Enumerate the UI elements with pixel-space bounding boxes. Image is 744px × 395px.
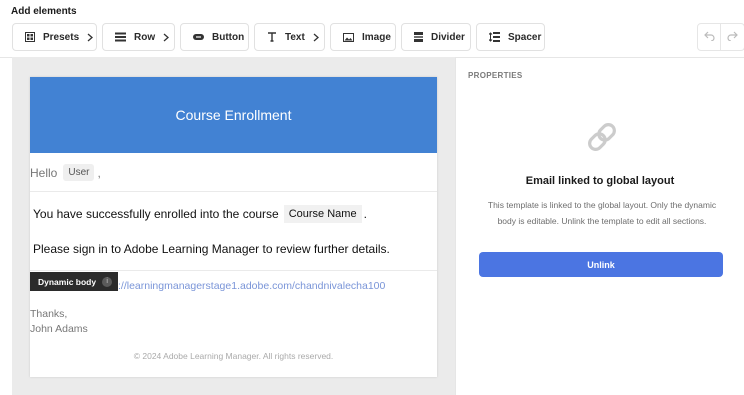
elements-toolbar: Presets Row Button Text Image Divider Sp… <box>12 23 545 51</box>
greeting-line: Hello User , <box>30 164 101 181</box>
history-controls <box>697 23 744 51</box>
row-button[interactable]: Row <box>102 23 175 51</box>
presets-button[interactable]: Presets <box>12 23 97 51</box>
divider-button[interactable]: Divider <box>401 23 471 51</box>
button-icon <box>193 31 204 43</box>
panel-divider <box>455 57 456 395</box>
chevron-right-icon <box>163 32 170 42</box>
linked-layout-title: Email linked to global layout <box>525 175 675 187</box>
redo-icon <box>727 28 738 46</box>
redo-button[interactable] <box>721 23 744 51</box>
text-icon <box>267 31 277 43</box>
section-separator <box>30 191 437 192</box>
signature-name: John Adams <box>30 323 88 335</box>
learning-manager-link[interactable]: ://learningmanagerstage1.adobe.com/chand… <box>118 280 385 292</box>
add-elements-title: Add elements <box>11 6 77 17</box>
email-preview: Course Enrollment Hello User , You have … <box>30 77 437 377</box>
chevron-right-icon <box>87 32 94 42</box>
section-separator <box>30 270 437 271</box>
email-footer: © 2024 Adobe Learning Manager. All right… <box>133 351 334 361</box>
row-label: Row <box>134 31 156 43</box>
email-header: Course Enrollment <box>30 77 437 153</box>
spacer-button[interactable]: Spacer <box>476 23 545 51</box>
undo-button[interactable] <box>697 23 721 51</box>
presets-label: Presets <box>43 31 80 43</box>
dynamic-body-tag: Dynamic body i <box>30 272 119 291</box>
image-button[interactable]: Image <box>330 23 396 51</box>
presets-icon <box>25 31 35 43</box>
properties-title: PROPERTIES <box>468 71 523 80</box>
text-label: Text <box>285 31 305 43</box>
enrollment-line[interactable]: You have successfully enrolled into the … <box>33 205 367 223</box>
chain-link-icon <box>583 118 621 156</box>
spacer-label: Spacer <box>508 31 542 43</box>
button-element-button[interactable]: Button <box>180 23 249 51</box>
spacer-icon <box>489 31 500 43</box>
user-placeholder-chip: User <box>63 164 95 181</box>
linked-layout-description: This template is linked to the global la… <box>487 200 717 226</box>
image-label: Image <box>362 31 391 43</box>
button-label: Button <box>212 31 245 43</box>
enrollment-text: You have successfully enrolled into the … <box>33 207 279 221</box>
sign-in-line[interactable]: Please sign in to Adobe Learning Manager… <box>33 242 390 256</box>
email-header-title: Course Enrollment <box>175 107 292 123</box>
course-name-chip: Course Name <box>283 205 362 223</box>
thanks-text: Thanks, <box>30 308 68 320</box>
dynamic-body-label: Dynamic body <box>38 276 97 287</box>
info-icon[interactable]: i <box>102 276 113 287</box>
undo-icon <box>703 28 715 46</box>
divider-icon <box>414 31 423 43</box>
unlink-button[interactable]: Unlink <box>479 252 723 277</box>
unlink-label: Unlink <box>587 259 615 270</box>
image-icon <box>343 31 354 43</box>
enrollment-suffix: . <box>363 207 367 221</box>
greeting-suffix: , <box>97 165 101 180</box>
divider-label: Divider <box>431 31 465 43</box>
signoff: Thanks, John Adams <box>30 307 88 337</box>
text-button[interactable]: Text <box>254 23 325 51</box>
greeting-text: Hello <box>30 165 58 180</box>
row-icon <box>115 31 126 43</box>
chevron-right-icon <box>313 32 319 42</box>
